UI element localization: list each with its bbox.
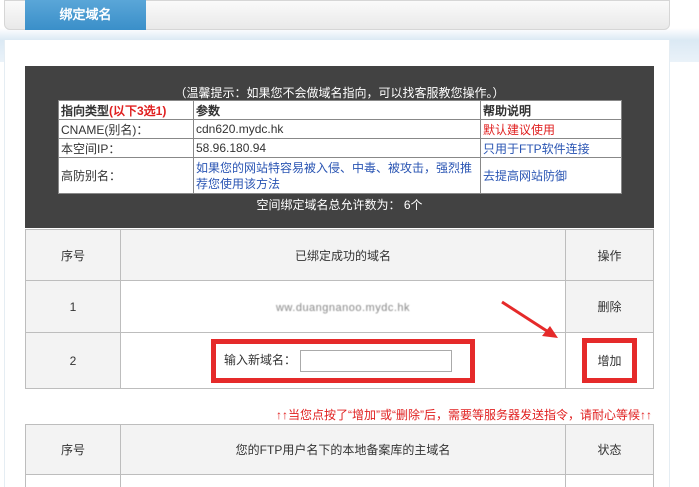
domain-guide-panel: （温馨提示：如果您不会做域名指向，可以找客服教您操作。） 指向类型(以下3选1)…: [25, 66, 654, 228]
new-domain-highlight: 输入新域名：: [210, 338, 475, 383]
ftp-col-header-index: 序号: [25, 424, 121, 475]
info-param-ddos: 如果您的网站特容易被入侵、中毒、被攻击，强烈推荐您使用该方法: [193, 157, 481, 194]
info-param-cname: cdn620.mydc.hk: [193, 119, 481, 139]
row-index: 2: [25, 332, 121, 389]
new-domain-cell: 输入新域名：: [120, 332, 566, 389]
ftp-col-header-status: 状态: [565, 424, 654, 475]
info-type-ip: 本空间IP：: [58, 138, 194, 158]
col-header-domain: 已绑定成功的域名: [120, 229, 566, 281]
row-index: 1: [25, 280, 121, 333]
bound-domain-value: ww.duangnanoo.mydc.hk: [120, 280, 566, 333]
info-help-cname: 默认建议使用: [480, 119, 622, 139]
info-param-ip: 58.96.180.94: [193, 138, 481, 158]
col-header-index: 序号: [25, 229, 121, 281]
info-help-ip-link[interactable]: 只用于FTP软件连接: [480, 138, 622, 158]
add-cell: 增加: [565, 332, 654, 389]
domain-limit-text: 空间绑定域名总允许数为： 6个: [256, 198, 423, 212]
info-type-ddos: 高防别名：: [58, 157, 194, 194]
new-domain-input[interactable]: [300, 349, 452, 372]
new-domain-label: 输入新域名：: [223, 352, 296, 367]
wait-notice: ↑↑当您点按了“增加”或“删除”后，需要等服务器发送指令，请耐心等候↑↑: [276, 408, 652, 422]
tab-bind-domain[interactable]: 绑定域名: [25, 0, 146, 30]
info-header-help: 帮助说明: [480, 100, 622, 120]
red-arrow-icon: [501, 300, 558, 338]
tip-text: （温馨提示：如果您不会做域名指向，可以找客服教您操作。）: [174, 86, 505, 100]
info-help-ddos-link[interactable]: 去提高网站防御: [480, 157, 622, 194]
dns-info-table: 指向类型(以下3选1) 参数 帮助说明 CNAME(别名)： cdn620.my…: [58, 100, 622, 194]
ftp-col-header-domain: 您的FTP用户名下的本地备案库的主域名: [120, 424, 566, 475]
info-type-cname: CNAME(别名)：: [58, 119, 194, 139]
info-header-type: 指向类型(以下3选1): [58, 100, 194, 120]
ftp-domain-table: 序号 您的FTP用户名下的本地备案库的主域名 状态: [25, 424, 654, 487]
add-button[interactable]: 增加: [582, 338, 637, 383]
table-row: 2 输入新域名： 增加: [25, 332, 654, 389]
info-header-param: 参数: [193, 100, 481, 120]
col-header-action: 操作: [565, 229, 654, 281]
delete-button[interactable]: 删除: [565, 280, 654, 333]
